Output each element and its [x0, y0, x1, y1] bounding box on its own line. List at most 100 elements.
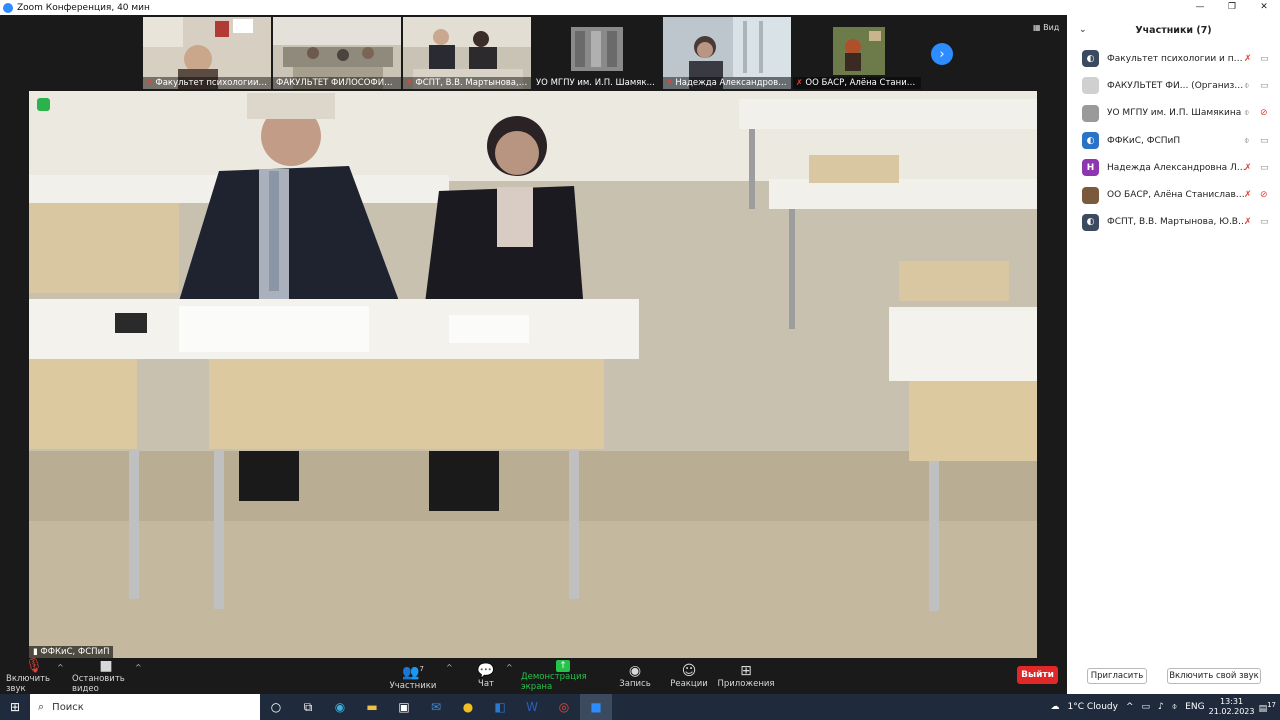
participant-row[interactable]: ◐ ФСПТ, В.В. Мартынова, Ю.В.Вру... ✗ ▭: [1067, 209, 1280, 236]
thumbnail-name: Надежда Александровна ...: [675, 78, 791, 88]
participant-thumbnail[interactable]: УО МГПУ им. И.П. Шамякина: [533, 17, 661, 89]
camera-icon[interactable]: ▭: [1260, 217, 1269, 227]
minimize-button[interactable]: —: [1184, 0, 1216, 15]
thumbnail-name: ФАКУЛЬТЕТ ФИЛОСОФИИ И ...: [276, 78, 401, 88]
apps-label: Приложения: [717, 679, 775, 689]
thumbnail-label: УО МГПУ им. И.П. Шамякина: [533, 77, 661, 89]
zoom-taskbar-icon[interactable]: ■: [580, 694, 612, 720]
participant-name: ФАКУЛЬТЕТ ФИ... (Организатор): [1107, 80, 1247, 91]
unmute-label: Включить звук: [6, 674, 51, 694]
share-screen-label: Демонстрация экрана: [521, 672, 587, 692]
language-indicator[interactable]: ENG: [1185, 702, 1204, 712]
participant-row[interactable]: ◐ ФФКиС, ФСПиП ⌽ ▭: [1067, 127, 1280, 154]
camera-off-icon[interactable]: ⊘: [1260, 108, 1268, 118]
weather-text[interactable]: 1°C Cloudy: [1068, 702, 1118, 712]
mail-icon[interactable]: ✉: [420, 694, 452, 720]
1c-icon[interactable]: ●: [452, 694, 484, 720]
close-button[interactable]: ✕: [1248, 0, 1280, 15]
share-screen-icon: ↑: [556, 660, 570, 672]
participant-row[interactable]: Н Надежда Александровна Леон... ✗ ▭: [1067, 154, 1280, 181]
chat-button[interactable]: 💬 Чат: [474, 658, 498, 694]
participant-thumbnail[interactable]: ✗ Факультет психологии и п...: [143, 17, 271, 89]
active-speaker-label: ▮ ФФКиС, ФСПиП: [29, 646, 114, 658]
windows-start-icon[interactable]: ⊞: [0, 694, 30, 720]
outlook-icon[interactable]: ◧: [484, 694, 516, 720]
mic-icon[interactable]: ⌽: [1244, 108, 1249, 118]
leave-button[interactable]: Выйти: [1017, 666, 1058, 684]
participant-row[interactable]: ОО БАСР, Алёна Станиславчик ✗ ⊘: [1067, 181, 1280, 208]
unmute-self-button[interactable]: Включить свой звук: [1167, 668, 1261, 684]
encryption-shield-icon[interactable]: [37, 98, 50, 111]
word-icon[interactable]: W: [516, 694, 548, 720]
unmute-button[interactable]: 🎙 Включить звук: [6, 658, 62, 694]
stop-video-label: Остановить видео: [72, 674, 125, 694]
camera-icon[interactable]: ▭: [1260, 54, 1269, 64]
stop-video-button[interactable]: ■ Остановить видео: [72, 658, 140, 694]
participant-thumbnail[interactable]: ФАКУЛЬТЕТ ФИЛОСОФИИ И ...: [273, 17, 401, 89]
participants-options-chevron-icon[interactable]: ^: [446, 663, 453, 672]
zoom-avatar-icon: ◐: [1082, 50, 1099, 68]
panel-title: Участники (7): [1135, 24, 1212, 36]
store-icon[interactable]: ▣: [388, 694, 420, 720]
search-icon: ⌕: [38, 700, 45, 713]
collapse-chevron-icon[interactable]: ⌄: [1079, 25, 1087, 35]
chat-icon: 💬: [477, 663, 495, 679]
apps-icon: ⊞: [740, 663, 752, 679]
apps-button[interactable]: ⊞ Приложения: [717, 658, 775, 694]
mic-icon[interactable]: ⌽: [1172, 702, 1177, 712]
edge-icon[interactable]: ◉: [324, 694, 356, 720]
participant-thumbnail[interactable]: ✗ Надежда Александровна ...: [663, 17, 791, 89]
cortana-icon[interactable]: ○: [260, 694, 292, 720]
thumbnail-label: ✗ ОО БАСР, Алёна Станисла...: [793, 77, 921, 89]
notifications-icon[interactable]: ▤17: [1259, 701, 1276, 714]
share-screen-button[interactable]: ↑ Демонстрация экрана: [521, 658, 605, 694]
mic-icon[interactable]: ⌽: [1244, 81, 1249, 91]
meeting-toolbar: 🎙 Включить звук ^ ■ Остановить видео ^ 👥…: [0, 658, 1067, 694]
audio-options-chevron-icon[interactable]: ^: [57, 663, 64, 672]
participant-name: Факультет психологии и пед... (Я): [1107, 53, 1247, 64]
video-options-chevron-icon[interactable]: ^: [135, 663, 142, 672]
mic-active-icon[interactable]: ⌽: [1244, 136, 1249, 146]
taskbar-search[interactable]: ⌕ Поиск: [30, 694, 260, 720]
participant-row[interactable]: ◐ Факультет психологии и пед... (Я) ✗ ▭: [1067, 45, 1280, 72]
participants-button[interactable]: 👥7 Участники: [389, 658, 437, 694]
task-view-icon[interactable]: ⧉: [292, 694, 324, 720]
file-explorer-icon[interactable]: ▬: [356, 694, 388, 720]
volume-icon[interactable]: ♪: [1158, 702, 1164, 712]
chevron-right-icon: ›: [939, 46, 945, 62]
record-button[interactable]: ◉ Запись: [619, 658, 651, 694]
participant-row[interactable]: ФАКУЛЬТЕТ ФИ... (Организатор) ⌽ ▭: [1067, 72, 1280, 99]
participant-thumbnail[interactable]: ✗ ОО БАСР, Алёна Станисла...: [793, 17, 921, 89]
camera-icon: ■: [99, 658, 113, 674]
thumbnail-label: ✗ Факультет психологии и п...: [143, 77, 271, 89]
participant-thumbnail[interactable]: ✗ ФСПТ, В.В. Мартынова, Ю....: [403, 17, 531, 89]
chevron-up-icon[interactable]: ^: [1126, 702, 1134, 712]
notifications-count: 17: [1267, 700, 1276, 709]
view-button[interactable]: ▦ Вид: [1033, 23, 1059, 32]
camera-off-icon[interactable]: ⊘: [1260, 190, 1268, 200]
system-tray: ☁ 1°C Cloudy ^ ▭ ♪ ⌽ ENG 13:31 21.02.202…: [1047, 694, 1280, 720]
chrome-icon[interactable]: ◎: [548, 694, 580, 720]
camera-icon[interactable]: ▭: [1260, 136, 1269, 146]
participants-label: Участники: [389, 680, 437, 691]
muted-mic-icon[interactable]: ✗: [1244, 190, 1252, 200]
clock[interactable]: 13:31 21.02.2023: [1209, 697, 1255, 717]
invite-button[interactable]: Пригласить: [1087, 668, 1147, 684]
maximize-button[interactable]: ❐: [1216, 0, 1248, 15]
camera-icon[interactable]: ▭: [1260, 81, 1269, 91]
muted-mic-icon[interactable]: ✗: [1244, 163, 1252, 173]
muted-mic-icon[interactable]: ✗: [1244, 54, 1252, 64]
camera-icon[interactable]: ▭: [1260, 163, 1269, 173]
clock-date: 21.02.2023: [1208, 707, 1255, 716]
muted-mic-icon[interactable]: ✗: [1244, 217, 1252, 227]
reactions-button[interactable]: ☺ Реакции: [670, 658, 708, 694]
meeting-area: ✗ Факультет психологии и п... ФАКУЛЬТЕТ …: [0, 15, 1067, 658]
participant-name: ОО БАСР, Алёна Станиславчик: [1107, 190, 1247, 201]
participants-panel: ⌄ Участники (7) ◐ Факультет психологии и…: [1067, 15, 1280, 694]
next-page-button[interactable]: ›: [931, 43, 953, 65]
network-icon[interactable]: ▭: [1141, 702, 1150, 712]
participant-name: ФФКиС, ФСПиП: [1107, 135, 1181, 146]
chat-options-chevron-icon[interactable]: ^: [506, 663, 513, 672]
participant-row[interactable]: УО МГПУ им. И.П. Шамякина ⌽ ⊘: [1067, 100, 1280, 127]
record-label: Запись: [619, 679, 651, 689]
